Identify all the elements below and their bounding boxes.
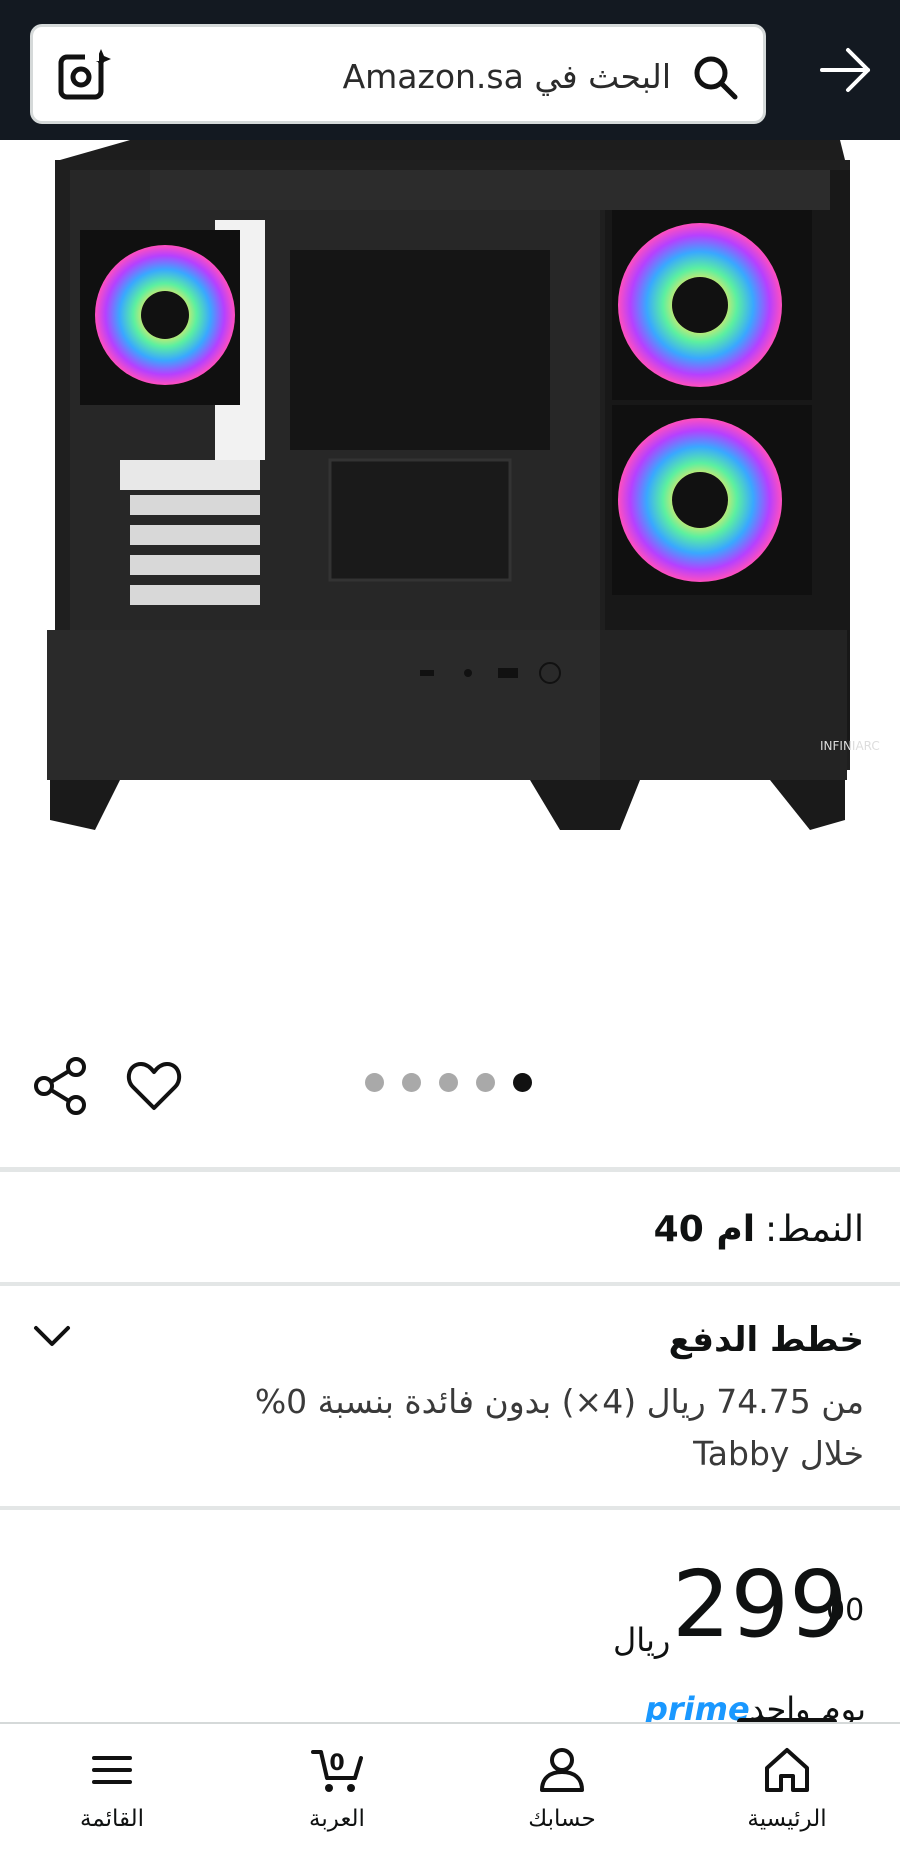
bottom-navigation: الرئيسية حسابك 0 العربة القائمة <box>0 1722 900 1853</box>
price-fraction: 00 <box>826 1593 865 1628</box>
style-value: ام 40 <box>653 1209 756 1250</box>
nav-cart[interactable]: 0 العربة <box>247 1724 427 1853</box>
back-arrow-icon[interactable] <box>818 44 874 96</box>
nav-menu[interactable]: القائمة <box>22 1724 202 1853</box>
price-whole: 299 <box>672 1551 848 1658</box>
section-divider <box>0 1506 900 1510</box>
prime-logo: prime <box>644 1690 750 1726</box>
cart-count: 0 <box>329 1751 344 1776</box>
payment-plans-title[interactable]: خطط الدفع <box>669 1320 864 1360</box>
product-image[interactable]: INFINIARC <box>0 140 900 1010</box>
account-icon <box>540 1748 584 1792</box>
price-currency: ريال <box>613 1621 671 1659</box>
section-divider <box>0 1167 900 1172</box>
style-selector[interactable]: النمط:ام 40 <box>654 1205 864 1255</box>
payment-plans-description: من 74.75 ريال (4×) بدون فائدة بنسبة 0% خ… <box>164 1376 864 1480</box>
heart-icon[interactable] <box>126 1058 182 1114</box>
gallery-dot[interactable] <box>439 1073 458 1092</box>
payment-line-2: خلال Tabby <box>693 1434 864 1473</box>
chevron-down-icon[interactable] <box>30 1318 74 1354</box>
nav-home[interactable]: الرئيسية <box>697 1724 877 1853</box>
share-icon[interactable] <box>30 1055 92 1117</box>
search-box[interactable]: البحث في Amazon.sa <box>30 24 766 124</box>
svg-text:INFINIARC: INFINIARC <box>820 739 880 753</box>
payment-line-1: من 74.75 ريال (4×) بدون فائدة بنسبة 0% <box>254 1382 864 1421</box>
gallery-pagination <box>365 1073 532 1097</box>
nav-menu-label: القائمة <box>79 1806 145 1832</box>
gallery-dot[interactable] <box>365 1073 384 1092</box>
nav-account-label: حسابك <box>528 1806 596 1832</box>
style-label: النمط: <box>765 1209 864 1250</box>
search-icon[interactable] <box>691 53 739 101</box>
search-input[interactable]: البحث في Amazon.sa <box>343 53 671 101</box>
menu-icon <box>92 1756 132 1784</box>
top-bar: البحث في Amazon.sa <box>0 0 900 140</box>
nav-cart-label: العربة <box>309 1806 365 1832</box>
home-icon <box>765 1748 809 1792</box>
gallery-dot[interactable] <box>476 1073 495 1092</box>
camera-search-icon[interactable] <box>55 47 113 105</box>
nav-home-label: الرئيسية <box>747 1806 827 1832</box>
cart-icon: 0 <box>311 1750 363 1792</box>
gallery-dot[interactable] <box>402 1073 421 1092</box>
gallery-dot-active[interactable] <box>513 1073 532 1092</box>
section-divider <box>0 1282 900 1286</box>
nav-account[interactable]: حسابك <box>472 1724 652 1853</box>
